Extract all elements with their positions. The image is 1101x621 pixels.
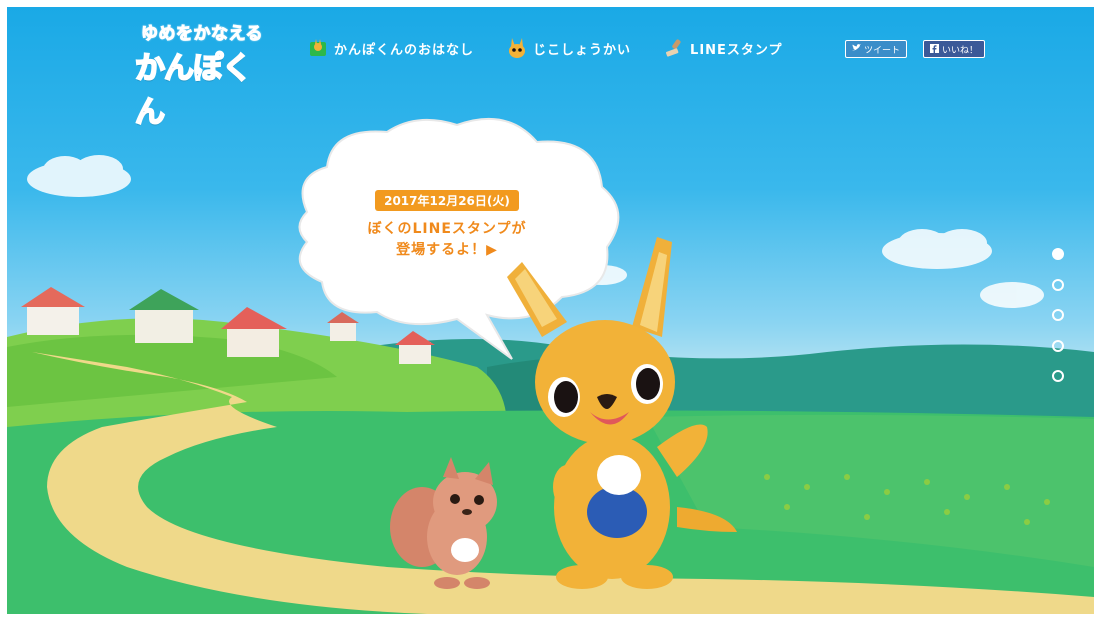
stamp-icon (663, 37, 685, 59)
nav-item-story[interactable]: かんぽくんのおはなし (307, 37, 474, 59)
nav-item-line-stamp[interactable]: LINEスタンプ (663, 37, 783, 59)
slider-dot-1[interactable] (1052, 248, 1064, 260)
like-label: いいね！ (942, 44, 979, 55)
social-buttons: ツイート いいね！ (845, 40, 1001, 58)
tweet-label: ツイート (864, 44, 901, 55)
tweet-button[interactable]: ツイート (845, 40, 908, 58)
announcement-bubble: 2017年12月26日(火) ぼくのLINEスタンプが 登場するよ！▶ (337, 190, 557, 261)
slider-pagination (1052, 248, 1064, 401)
slider-dot-4[interactable] (1052, 339, 1064, 352)
twitter-icon (852, 44, 861, 54)
slider-dot-5[interactable] (1052, 370, 1064, 382)
slider-dot-3[interactable] (1052, 309, 1064, 321)
nav-item-label: じこしょうかい (533, 42, 632, 58)
book-icon (307, 37, 329, 59)
slider-dot-2[interactable] (1052, 278, 1064, 291)
hero-slide: ゆめをかなえる かんぽくん かんぽくんのおはなし じこしょうかい LINEスタン… (7, 7, 1094, 614)
announcement-line1: ぼくのLINEスタンプが (367, 221, 527, 237)
nav-item-label: かんぽくんのおはなし (334, 42, 475, 58)
logo-tagline: ゆめをかなえる (141, 24, 264, 45)
nav-item-label: LINEスタンプ (690, 42, 783, 58)
announcement-line2: 登場するよ！▶ (396, 242, 498, 258)
main-nav: かんぽくんのおはなし じこしょうかい LINEスタンプ (307, 37, 815, 59)
nav-item-profile[interactable]: じこしょうかい (506, 37, 631, 59)
announcement-date: 2017年12月26日(火) (375, 190, 519, 211)
announcement-link[interactable]: ぼくのLINEスタンプが 登場するよ！▶ (337, 219, 557, 261)
kanpo-face-icon (506, 37, 528, 59)
facebook-icon (930, 43, 940, 55)
logo-name: かんぽくん (134, 50, 253, 131)
site-logo[interactable]: ゆめをかなえる かんぽくん (134, 19, 271, 132)
facebook-like-button[interactable]: いいね！ (923, 40, 986, 58)
